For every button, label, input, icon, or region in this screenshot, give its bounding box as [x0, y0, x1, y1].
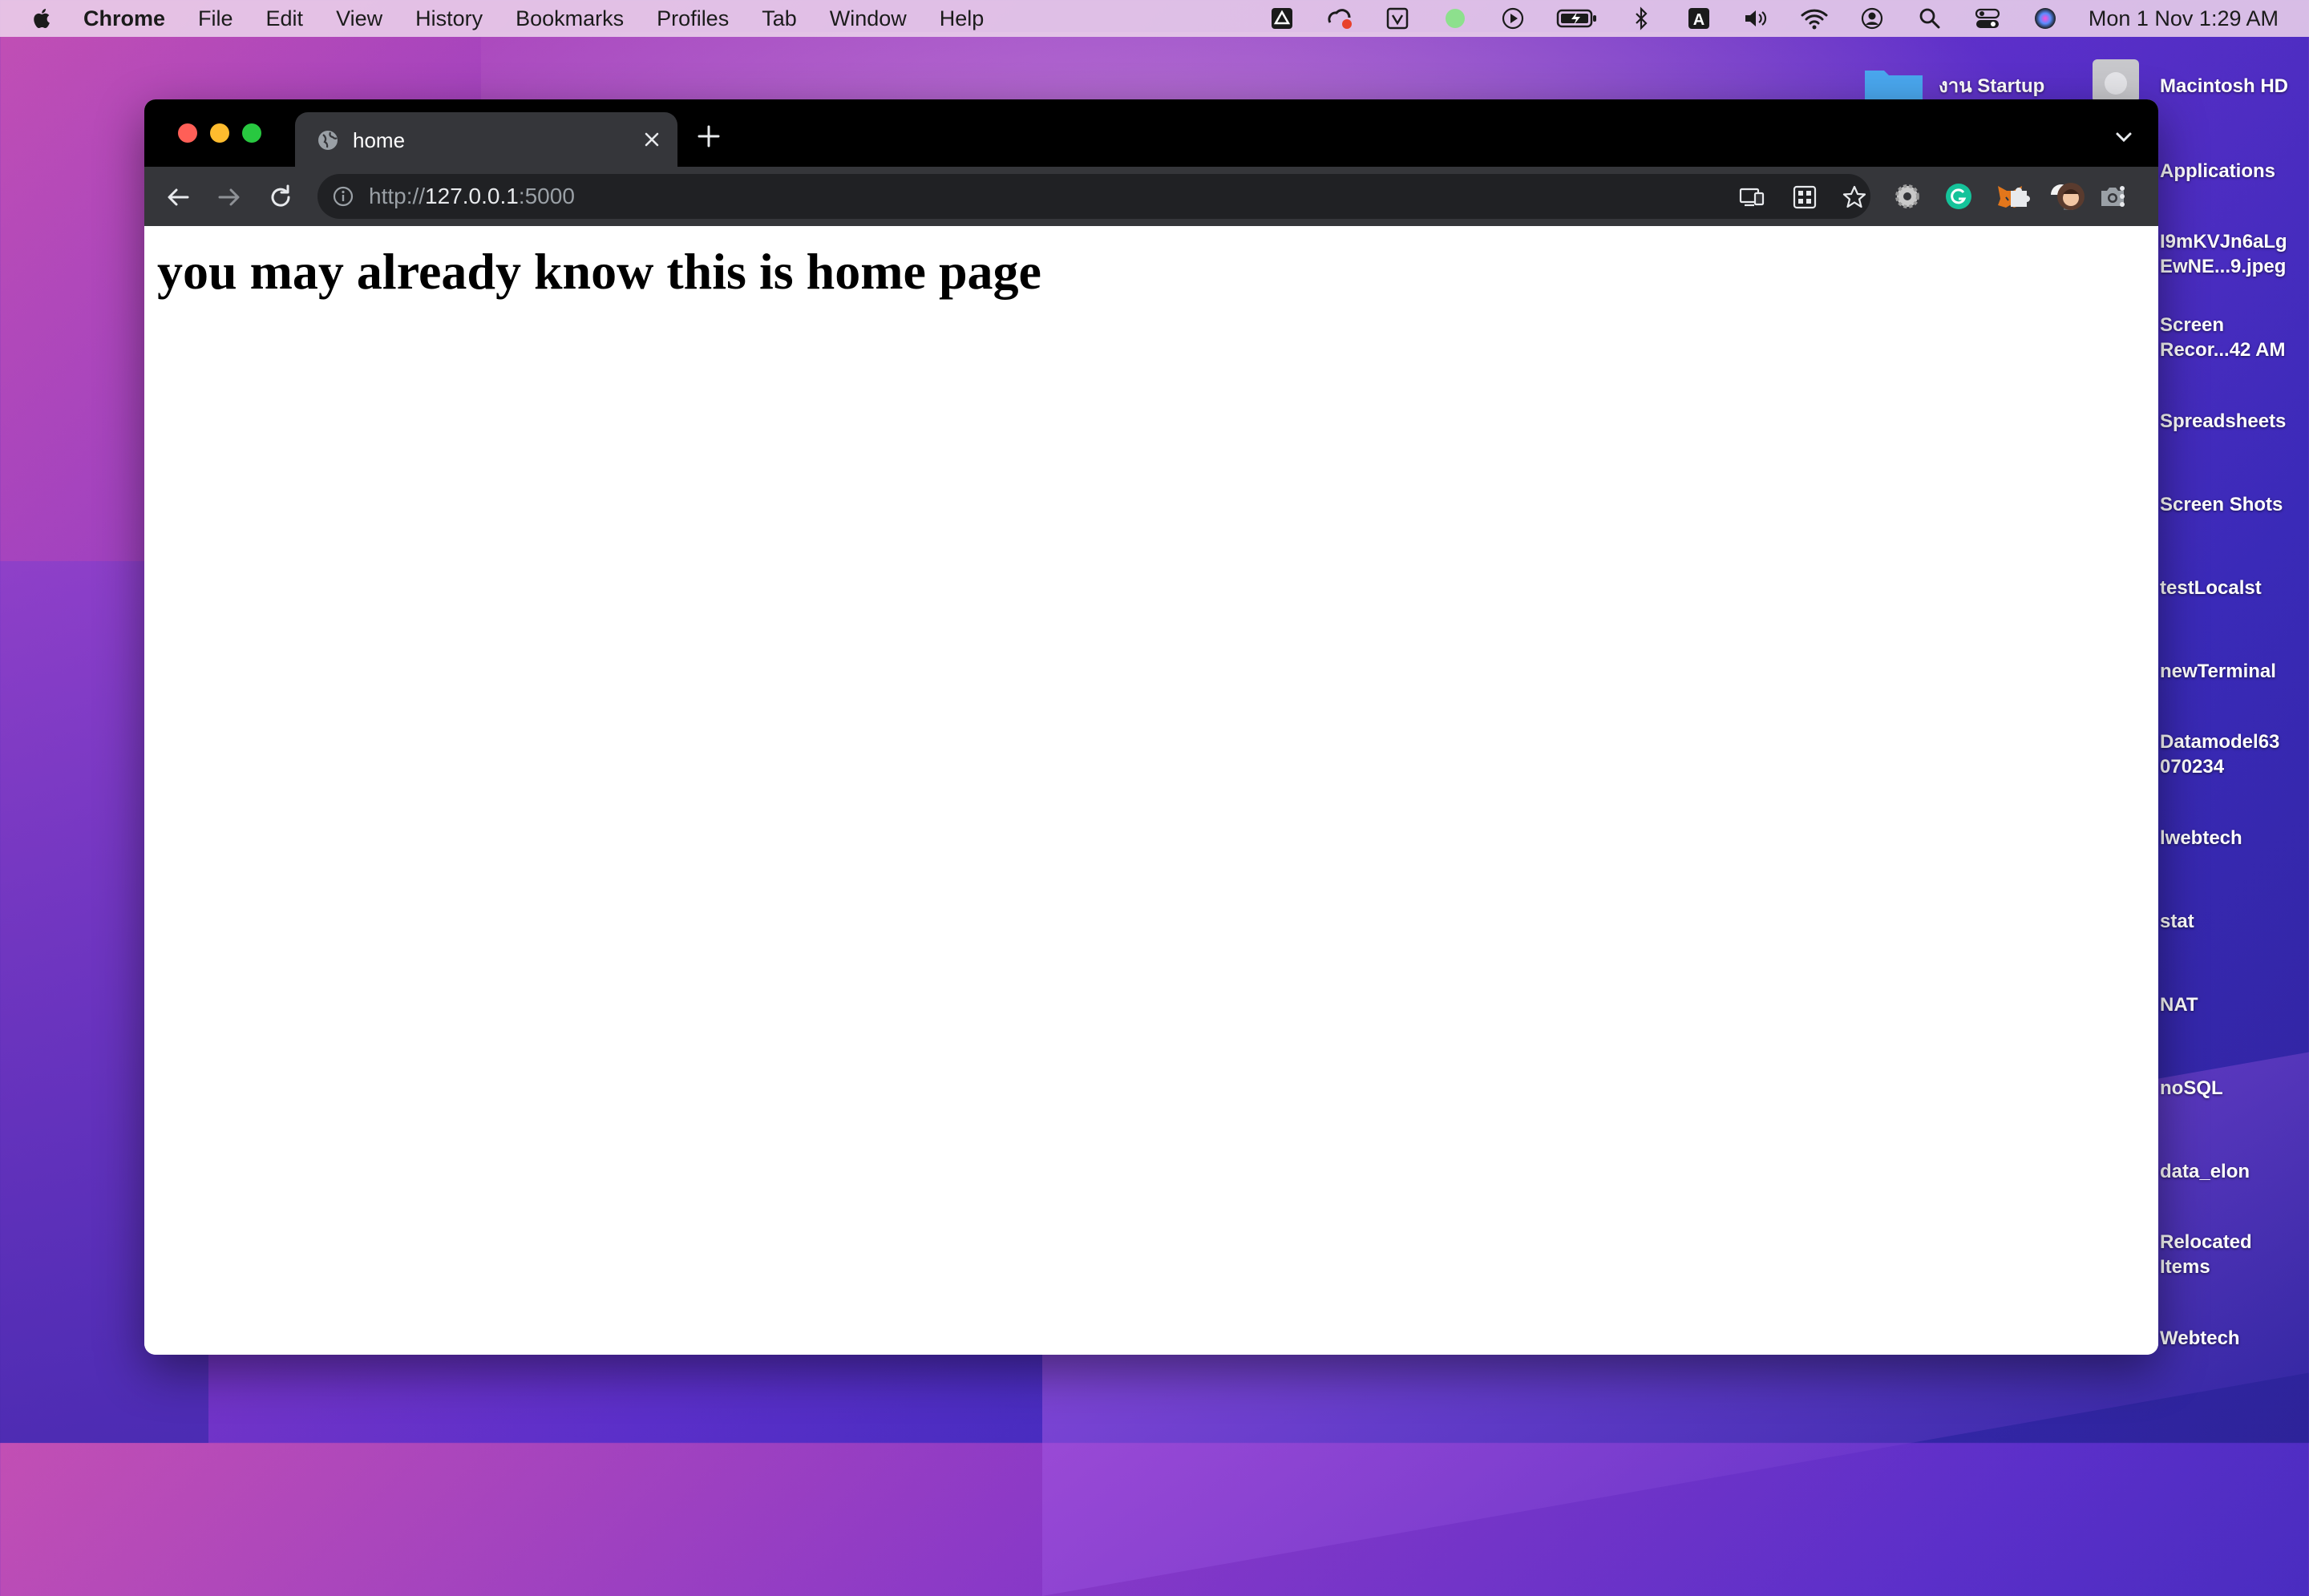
cast-icon[interactable] — [1738, 184, 1765, 211]
apple-icon[interactable] — [30, 6, 55, 30]
tab-title: home — [353, 128, 406, 152]
kebab-menu-icon[interactable] — [2109, 183, 2136, 210]
bookmark-star-icon[interactable] — [1841, 184, 1868, 211]
globe-icon — [318, 131, 338, 150]
desktop-item-datamodel[interactable]: Datamodel63 070234 — [2160, 729, 2279, 779]
desktop-item-newterminal[interactable]: newTerminal — [2160, 659, 2276, 684]
gear-extension-icon[interactable] — [1892, 181, 1923, 212]
url-port: :5000 — [518, 184, 575, 208]
minimize-window-button[interactable] — [210, 123, 229, 143]
volume-icon[interactable] — [1742, 6, 1771, 30]
profile-avatar-icon[interactable] — [2056, 181, 2086, 212]
puzzle-icon[interactable] — [2004, 181, 2035, 212]
menu-help[interactable]: Help — [940, 6, 985, 31]
desktop-item-screen-shots[interactable]: Screen Shots — [2160, 492, 2283, 517]
menu-window[interactable]: Window — [830, 6, 907, 31]
siri-icon[interactable] — [2031, 6, 2060, 30]
menubar-clock[interactable]: Mon 1 Nov 1:29 AM — [2089, 6, 2279, 31]
creative-cloud-icon[interactable] — [1325, 6, 1354, 30]
status-area: A Mon 1 Nov 1:29 AM — [1268, 0, 2309, 37]
green-dot-icon[interactable] — [1441, 6, 1470, 30]
vpn-icon[interactable] — [1383, 6, 1412, 30]
menu-file[interactable]: File — [198, 6, 233, 31]
desktop-item-screen-recording[interactable]: Screen Recor...42 AM — [2160, 313, 2286, 362]
hard-drive-icon[interactable] — [2088, 58, 2144, 103]
desktop-item-applications[interactable]: Applications — [2160, 159, 2275, 184]
tab-close-icon[interactable] — [639, 127, 665, 152]
address-bar[interactable]: http://127.0.0.1:5000 — [317, 174, 1870, 219]
spotlight-icon[interactable] — [1915, 6, 1944, 30]
chevron-down-icon[interactable] — [2113, 127, 2134, 147]
input-source-letter: A — [1693, 11, 1704, 29]
input-source-icon[interactable]: A — [1684, 6, 1713, 30]
folder-icon[interactable] — [1862, 63, 1926, 103]
tab-home[interactable]: home — [295, 112, 677, 167]
play-icon[interactable] — [1498, 6, 1527, 30]
menu-tab[interactable]: Tab — [762, 6, 797, 31]
chrome-window: home http://127.0.0.1:5000 you may alrea… — [144, 99, 2158, 1355]
grammarly-icon[interactable] — [1943, 181, 1974, 212]
menu-edit[interactable]: Edit — [266, 6, 304, 31]
menu-history[interactable]: History — [415, 6, 483, 31]
desktop-item-data-elon[interactable]: data_elon — [2160, 1159, 2250, 1184]
tab-strip: home — [144, 99, 2158, 167]
drive-icon[interactable] — [1268, 6, 1296, 30]
desktop-item-macintosh-hd[interactable]: Macintosh HD — [2160, 74, 2288, 99]
desktop-item-testlocalst[interactable]: testLocalst — [2160, 576, 2262, 600]
user-icon[interactable] — [1858, 6, 1886, 30]
zoom-window-button[interactable] — [242, 123, 261, 143]
desktop-item-nat[interactable]: NAT — [2160, 992, 2198, 1017]
desktop-item-jpeg[interactable]: I9mKVJn6aLg EwNE...9.jpeg — [2160, 229, 2287, 279]
page-heading: you may already know this is home page — [157, 243, 1041, 300]
url-scheme: http:// — [369, 184, 426, 208]
url-text: http://127.0.0.1:5000 — [369, 184, 575, 209]
desktop-item-stat[interactable]: stat — [2160, 909, 2194, 934]
menu-bar: Chrome File Edit View History Bookmarks … — [0, 0, 2309, 37]
back-icon[interactable] — [164, 183, 192, 212]
qr-code-icon[interactable] — [1791, 184, 1818, 211]
page-content: you may already know this is home page — [144, 226, 2158, 1355]
desktop-item-webtech[interactable]: Webtech — [2160, 1326, 2240, 1351]
menu-bookmarks[interactable]: Bookmarks — [516, 6, 624, 31]
close-window-button[interactable] — [178, 123, 197, 143]
desktop-item-lwebtech[interactable]: lwebtech — [2160, 826, 2242, 851]
desktop-item-startup[interactable]: งาน Startup — [1939, 74, 2044, 99]
desktop-item-relocated-items[interactable]: Relocated Items — [2160, 1230, 2252, 1279]
control-center-icon[interactable] — [1973, 6, 2002, 30]
battery-icon[interactable] — [1556, 6, 1598, 30]
info-icon[interactable] — [332, 185, 354, 208]
new-tab-icon[interactable] — [696, 123, 722, 149]
wifi-icon[interactable] — [1800, 6, 1829, 30]
bluetooth-icon[interactable] — [1627, 6, 1656, 30]
menu-app-chrome[interactable]: Chrome — [83, 6, 165, 31]
menu-profiles[interactable]: Profiles — [657, 6, 729, 31]
url-host: 127.0.0.1 — [425, 184, 519, 208]
desktop-item-nosql[interactable]: noSQL — [2160, 1076, 2223, 1101]
menu-view[interactable]: View — [336, 6, 382, 31]
forward-icon[interactable] — [215, 183, 244, 212]
browser-toolbar: http://127.0.0.1:5000 — [144, 167, 2158, 226]
reload-icon[interactable] — [266, 183, 295, 212]
desktop-item-spreadsheets[interactable]: Spreadsheets — [2160, 409, 2286, 434]
